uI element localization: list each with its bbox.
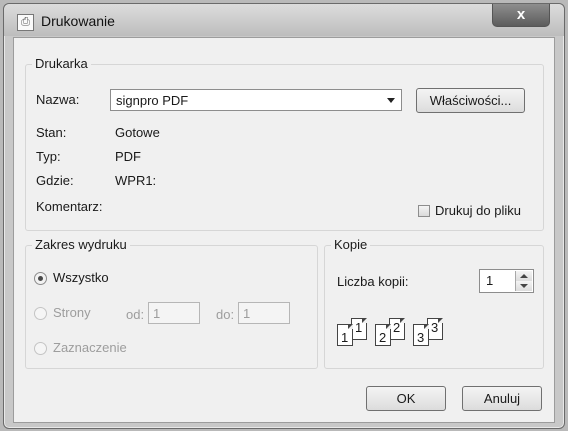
comment-label: Komentarz:: [36, 199, 103, 214]
type-value: PDF: [115, 149, 141, 164]
spin-down-arrow-icon[interactable]: [516, 281, 532, 291]
print-range-group-label: Zakres wydruku: [32, 237, 130, 252]
copies-spin-buttons: [515, 271, 532, 291]
properties-button[interactable]: Właściwości...: [416, 88, 525, 113]
collate-page-number: 2: [379, 330, 387, 345]
copies-group-label: Kopie: [331, 237, 371, 252]
where-value: WPR1:: [115, 173, 157, 188]
collate-icon: 1 1 2 2 3 3: [337, 318, 477, 354]
range-from-label: od:: [126, 307, 145, 322]
dialog-body: Drukarka Nazwa: signpro PDF Właściwości.…: [13, 37, 555, 423]
collate-page-icon: 2: [389, 318, 405, 340]
range-all-radio[interactable]: [34, 272, 47, 285]
range-to-input[interactable]: 1: [238, 302, 290, 324]
copies-group: Kopie Liczba kopii: 1 1 1 2 2 3 3: [324, 237, 544, 369]
print-dialog: ⎙ Drukowanie x Drukarka Nazwa: signpro P…: [3, 3, 565, 429]
range-pages-radio[interactable]: [34, 307, 47, 320]
range-pages-label[interactable]: Strony: [53, 305, 91, 320]
close-button[interactable]: x: [492, 4, 550, 27]
where-label: Gdzie:: [36, 173, 74, 188]
copies-count-value: 1: [486, 273, 494, 288]
collate-page-number: 3: [417, 330, 425, 345]
collate-page-icon: 3: [427, 318, 443, 340]
copies-count-label: Liczba kopii:: [337, 274, 409, 289]
copies-count-stepper[interactable]: 1: [479, 269, 534, 293]
ok-button[interactable]: OK: [366, 386, 446, 411]
range-to-label: do:: [216, 307, 235, 322]
print-to-file-label[interactable]: Drukuj do pliku: [435, 203, 521, 218]
printer-group-label: Drukarka: [32, 56, 91, 71]
collate-page-icon: 2: [375, 324, 391, 346]
range-selection-radio[interactable]: [34, 342, 47, 355]
type-label: Typ:: [36, 149, 61, 164]
status-value: Gotowe: [115, 125, 160, 140]
print-to-file-checkbox[interactable]: [418, 205, 430, 217]
title-bar[interactable]: ⎙ Drukowanie x: [4, 4, 564, 36]
collate-page-number: 1: [341, 330, 349, 345]
printer-name-label: Nazwa:: [36, 92, 80, 107]
collate-page-icon: 1: [337, 324, 353, 346]
printer-group: Drukarka Nazwa: signpro PDF Właściwości.…: [25, 56, 544, 231]
collate-page-icon: 3: [413, 324, 429, 346]
chevron-down-icon: [387, 98, 395, 103]
printer-name-value: signpro PDF: [116, 93, 189, 108]
cancel-button[interactable]: Anuluj: [462, 386, 542, 411]
range-from-input[interactable]: 1: [148, 302, 200, 324]
printer-name-select[interactable]: signpro PDF: [110, 89, 402, 111]
status-label: Stan:: [36, 125, 67, 140]
printer-app-icon: ⎙: [17, 14, 34, 31]
collate-page-icon: 1: [351, 318, 367, 340]
range-all-label[interactable]: Wszystko: [53, 270, 109, 285]
window-title: Drukowanie: [41, 13, 115, 29]
print-range-group: Zakres wydruku Wszystko Strony od: 1 do:…: [25, 237, 318, 369]
range-selection-label[interactable]: Zaznaczenie: [53, 340, 127, 355]
